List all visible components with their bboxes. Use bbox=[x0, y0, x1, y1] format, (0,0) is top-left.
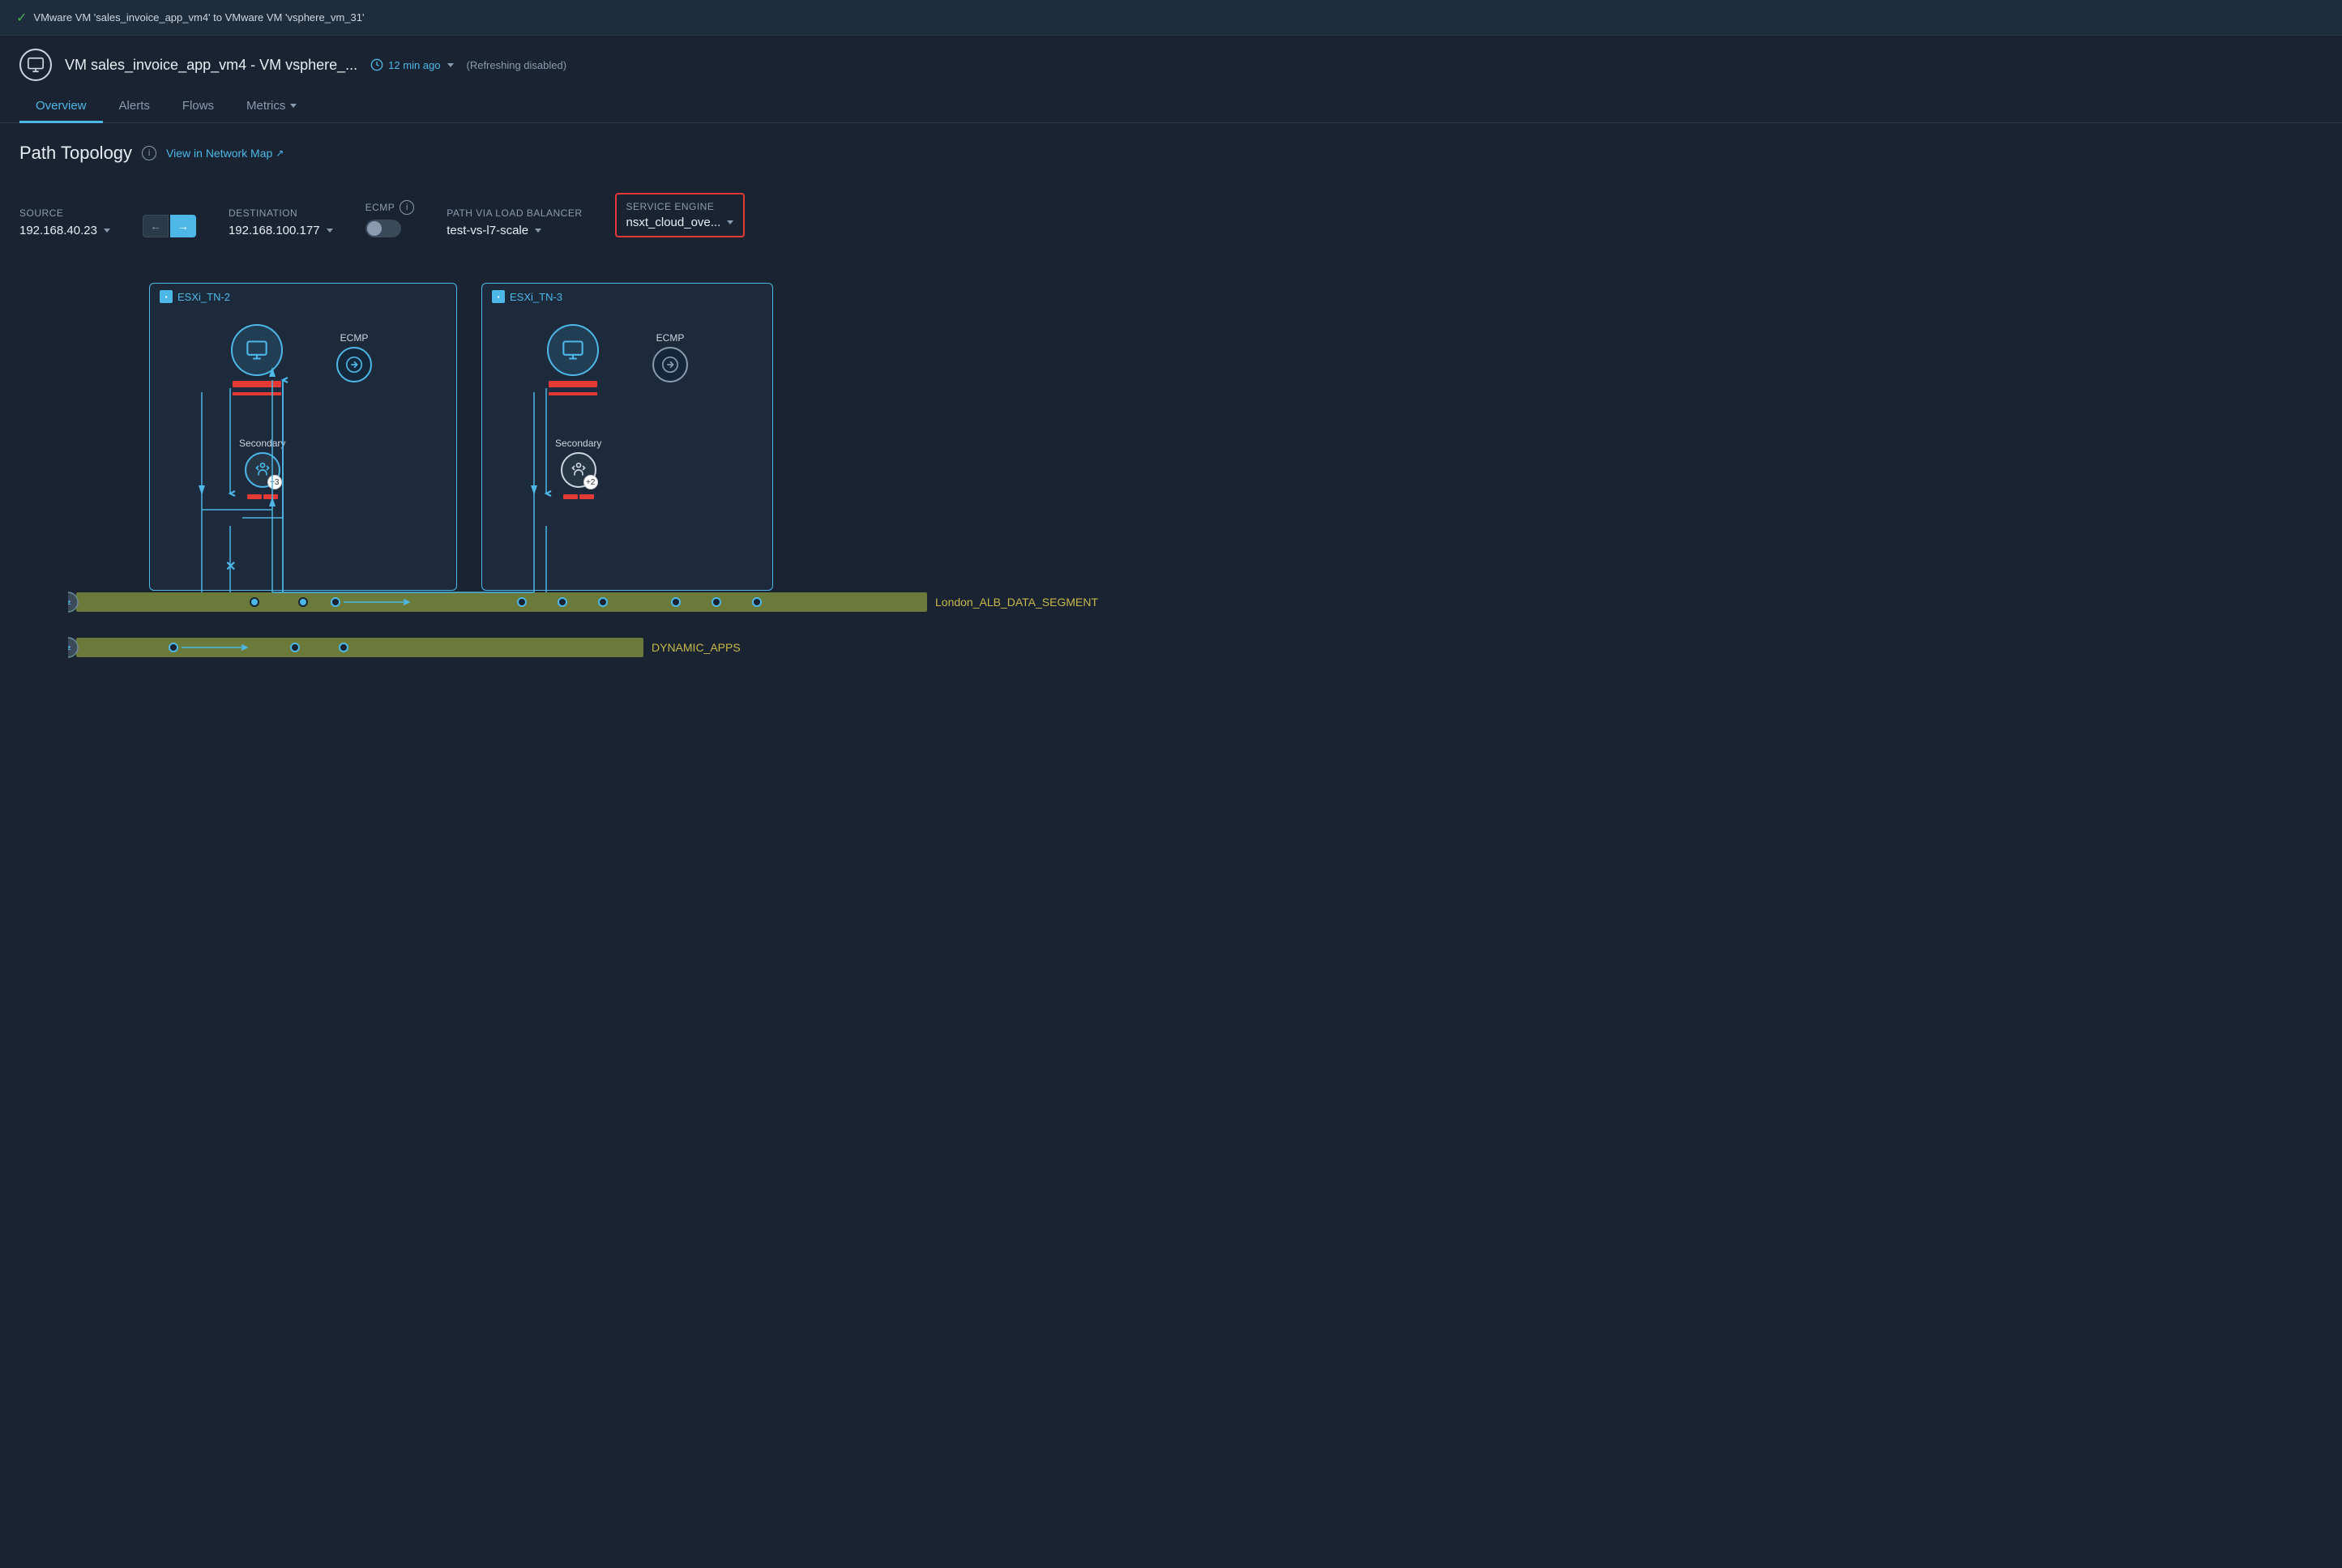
ecmp-node-tn3[interactable]: ECMP bbox=[652, 332, 688, 382]
ecmp-node-tn2[interactable]: ECMP bbox=[336, 332, 372, 382]
path-via-lb-dropdown[interactable]: test-vs-l7-scale bbox=[447, 224, 582, 237]
secondary-node-tn3[interactable]: Secondary +2 bbox=[555, 438, 601, 499]
tab-alerts[interactable]: Alerts bbox=[103, 91, 166, 123]
destination-dropdown[interactable]: 192.168.100.177 bbox=[229, 224, 333, 237]
secondary-badge-tn3: +2 bbox=[583, 475, 598, 489]
ecmp-label-tn2: ECMP bbox=[340, 332, 369, 344]
source-control: Source 192.168.40.23 bbox=[19, 207, 110, 237]
vm-icon bbox=[19, 49, 52, 81]
source-label: Source bbox=[19, 207, 110, 219]
svg-text:⇄: ⇄ bbox=[68, 599, 71, 608]
notification-bar: ✓ VMware VM 'sales_invoice_app_vm4' to V… bbox=[0, 0, 2342, 36]
direction-back-button[interactable]: ← bbox=[143, 215, 169, 237]
info-icon[interactable]: i bbox=[142, 146, 156, 160]
esxi-tn2-label: ▪ ESXi_TN-2 bbox=[160, 290, 230, 303]
tab-metrics[interactable]: Metrics bbox=[230, 91, 313, 123]
esxi-tn2-icon: ▪ bbox=[160, 290, 173, 303]
check-icon: ✓ bbox=[16, 10, 27, 26]
header-top: VM sales_invoice_app_vm4 - VM vsphere_..… bbox=[19, 49, 2323, 81]
tab-flows[interactable]: Flows bbox=[166, 91, 230, 123]
secondary-badge-tn2: +3 bbox=[267, 475, 282, 489]
ecmp-circle-tn2 bbox=[336, 347, 372, 382]
secondary-bars-tn3 bbox=[563, 494, 594, 499]
svg-text:⇄: ⇄ bbox=[68, 644, 71, 653]
vm-label-bar-tn2 bbox=[233, 381, 281, 387]
ecmp-circle-tn3 bbox=[652, 347, 688, 382]
nav-tabs: Overview Alerts Flows Metrics bbox=[19, 91, 2323, 122]
secondary-label-tn3: Secondary bbox=[555, 438, 601, 449]
vm-label-bar2-tn2 bbox=[233, 392, 281, 395]
esxi-tn3-container: ▪ ESXi_TN-3 ECMP bbox=[481, 283, 773, 591]
section-header: Path Topology i View in Network Map ↗ bbox=[19, 143, 2323, 164]
source-chevron-icon bbox=[104, 229, 110, 233]
notification-text: VMware VM 'sales_invoice_app_vm4' to VMw… bbox=[33, 11, 364, 23]
view-network-map-link[interactable]: View in Network Map ↗ bbox=[166, 147, 284, 160]
ecmp-control: ECMP i bbox=[365, 200, 415, 237]
refreshing-status: (Refreshing disabled) bbox=[467, 59, 567, 71]
tab-overview[interactable]: Overview bbox=[19, 91, 103, 123]
source-value-row: 192.168.40.23 bbox=[19, 224, 110, 237]
external-link-icon: ↗ bbox=[276, 147, 284, 159]
ecmp-info-icon[interactable]: i bbox=[400, 200, 414, 215]
controls-row: Source 192.168.40.23 ← → Destination 192… bbox=[19, 180, 2323, 250]
destination-chevron-icon bbox=[327, 229, 333, 233]
secondary-label-tn2: Secondary bbox=[239, 438, 285, 449]
header-bar: VM sales_invoice_app_vm4 - VM vsphere_..… bbox=[0, 36, 2342, 123]
esxi-tn2-container: ▪ ESXi_TN-2 ECMP bbox=[149, 283, 457, 591]
direction-forward-button[interactable]: → bbox=[170, 215, 196, 237]
metrics-chevron-icon bbox=[290, 104, 297, 108]
svg-text:London_ALB_DATA_SEGMENT: London_ALB_DATA_SEGMENT bbox=[935, 596, 1098, 609]
vm-label-bar-tn3 bbox=[549, 381, 597, 387]
topology-diagram: ▪ ESXi_TN-2 ECMP bbox=[68, 275, 1203, 696]
main-content: Path Topology i View in Network Map ↗ So… bbox=[0, 123, 2342, 716]
secondary-circle-tn2: +3 bbox=[245, 452, 280, 488]
service-engine-dropdown[interactable]: nsxt_cloud_ove... bbox=[626, 216, 734, 229]
vm-node-tn3[interactable] bbox=[547, 324, 599, 395]
destination-control: Destination 192.168.100.177 bbox=[229, 207, 333, 237]
vm-node-tn2[interactable] bbox=[231, 324, 283, 395]
svg-text:DYNAMIC_APPS: DYNAMIC_APPS bbox=[652, 641, 741, 654]
time-badge[interactable]: 12 min ago bbox=[370, 58, 453, 71]
secondary-bars-tn2 bbox=[247, 494, 278, 499]
time-label: 12 min ago bbox=[388, 59, 440, 71]
service-engine-control: Service Engine nsxt_cloud_ove... bbox=[615, 193, 746, 237]
esxi-tn3-icon: ▪ bbox=[492, 290, 505, 303]
direction-buttons: ← → bbox=[143, 215, 196, 237]
vm-label-bar2-tn3 bbox=[549, 392, 597, 395]
time-chevron-icon bbox=[447, 63, 454, 67]
path-via-lb-label: Path via Load Balancer bbox=[447, 207, 582, 219]
service-engine-label: Service Engine bbox=[626, 201, 734, 212]
lb-chevron-icon bbox=[535, 229, 541, 233]
se-chevron-icon bbox=[727, 220, 733, 224]
ecmp-label: ECMP bbox=[365, 202, 395, 213]
secondary-node-tn2[interactable]: Secondary +3 bbox=[239, 438, 285, 499]
source-dropdown[interactable]: 192.168.40.23 bbox=[19, 224, 110, 237]
vm-circle-tn3 bbox=[547, 324, 599, 376]
secondary-circle-tn3: +2 bbox=[561, 452, 596, 488]
page-title: VM sales_invoice_app_vm4 - VM vsphere_..… bbox=[65, 57, 357, 74]
vm-circle-tn2 bbox=[231, 324, 283, 376]
ecmp-toggle[interactable] bbox=[365, 220, 401, 237]
destination-label: Destination bbox=[229, 207, 333, 219]
path-via-lb-control: Path via Load Balancer test-vs-l7-scale bbox=[447, 207, 582, 237]
ecmp-label-tn3: ECMP bbox=[656, 332, 685, 344]
esxi-tn3-label: ▪ ESXi_TN-3 bbox=[492, 290, 562, 303]
section-title: Path Topology bbox=[19, 143, 132, 164]
destination-value-row: 192.168.100.177 bbox=[229, 224, 333, 237]
